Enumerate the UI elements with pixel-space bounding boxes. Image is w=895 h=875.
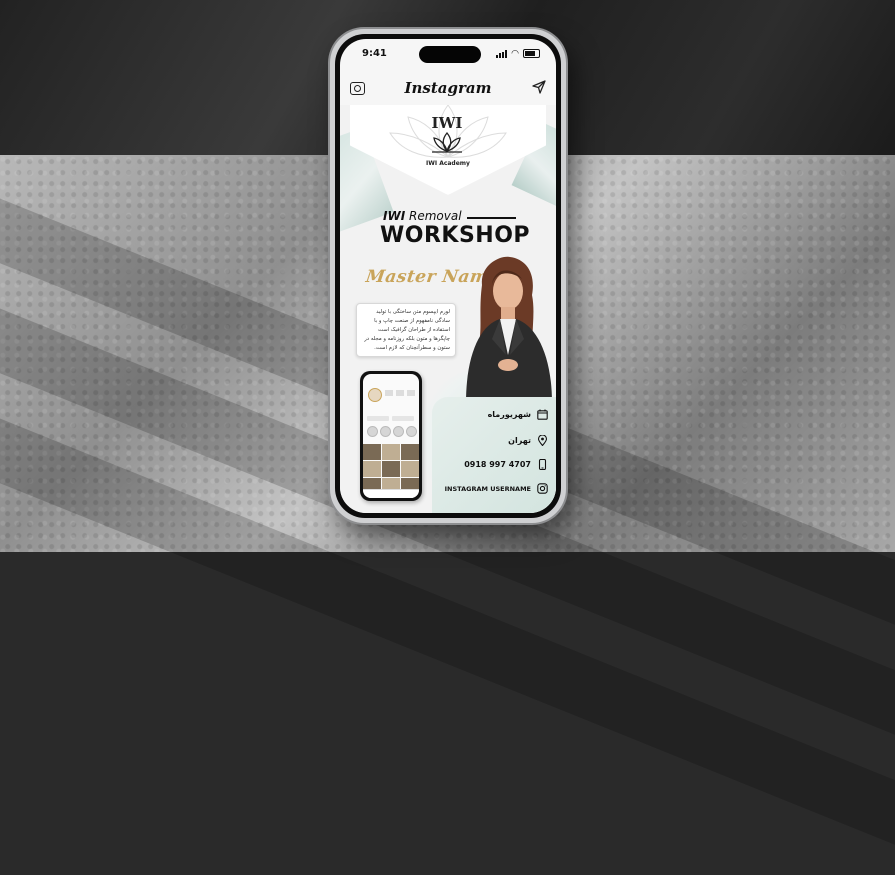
status-time: 9:41 (362, 48, 387, 59)
instagram-header: Instagram (340, 73, 556, 103)
subtitle-rest: Removal (409, 209, 462, 223)
mini-avatar (368, 388, 382, 402)
info-location-text: تهران (508, 436, 531, 445)
description-text: لورم ایپسوم متن ساختگی با تولید سادگی نا… (364, 309, 450, 351)
subtitle-bold: IWI (383, 209, 406, 223)
description-box: لورم ایپسوم متن ساختگی با تولید سادگی نا… (356, 303, 456, 357)
battery-icon (523, 49, 540, 58)
phone-icon (538, 459, 547, 470)
info-row-date: شهریورماه (488, 409, 548, 420)
mini-profile-screen (363, 374, 419, 498)
info-instagram-text: INSTAGRAM USERNAME (444, 484, 531, 493)
app-logo: Instagram (404, 79, 492, 97)
status-icons: ◠ (496, 49, 540, 58)
info-panel: شهریورماه تهران 0918 997 4707 INSTAGRAM … (432, 397, 556, 513)
workshop-title: WORKSHOP (380, 223, 531, 248)
calendar-icon (537, 409, 548, 420)
instagram-icon (537, 483, 548, 494)
phone-bezel: 9:41 ◠ Instagram IWI IWI Academy IWI Rem… (335, 34, 561, 518)
dynamic-island (419, 46, 481, 63)
lotus-logo-icon: IWI (432, 114, 463, 153)
signal-icon (496, 49, 508, 58)
mini-post-grid (363, 444, 419, 494)
info-row-location: تهران (508, 435, 548, 446)
status-bar: 9:41 ◠ (340, 39, 556, 69)
subtitle-underline (467, 217, 516, 219)
location-pin-icon (537, 435, 548, 446)
phone-screen: 9:41 ◠ Instagram IWI IWI Academy IWI Rem… (340, 39, 556, 513)
brand-name: IWI Academy (426, 160, 470, 167)
direct-message-icon[interactable] (532, 80, 546, 94)
post-image[interactable]: IWI IWI Academy IWI Removal WORKSHOP Mas… (340, 105, 556, 513)
mini-nav-bar (363, 489, 419, 498)
info-row-phone: 0918 997 4707 (464, 459, 548, 470)
info-phone-text: 0918 997 4707 (464, 460, 531, 469)
info-date-text: شهریورماه (487, 410, 531, 419)
workshop-subtitle: IWI Removal (383, 209, 462, 223)
phone-mockup: 9:41 ◠ Instagram IWI IWI Academy IWI Rem… (330, 29, 566, 523)
presenter-photo (466, 256, 552, 403)
wifi-icon: ◠ (511, 48, 519, 59)
instagram-profile-mockup (360, 371, 422, 501)
info-row-instagram: INSTAGRAM USERNAME (445, 483, 548, 494)
svg-text:IWI: IWI (432, 114, 463, 132)
